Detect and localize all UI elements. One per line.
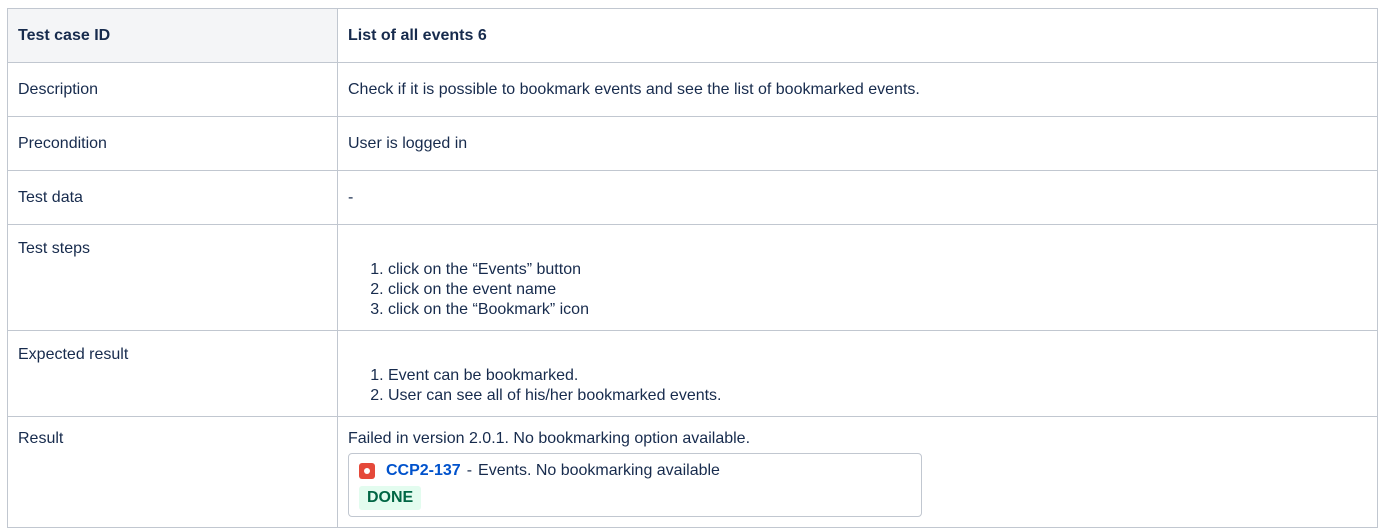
jira-issue-summary: Events. No bookmarking available xyxy=(478,462,720,479)
list-item: Event can be bookmarked. xyxy=(388,366,1367,386)
precondition-label: Precondition xyxy=(7,116,338,171)
status-badge: DONE xyxy=(359,486,422,510)
result-cell: Failed in version 2.0.1. No bookmarking … xyxy=(337,416,1378,528)
precondition-row: Precondition User is logged in xyxy=(7,116,1378,171)
test-data-value: - xyxy=(337,170,1378,225)
expected-result-list: Event can be bookmarked. User can see al… xyxy=(348,366,1367,406)
header-row: Test case ID List of all events 6 xyxy=(7,8,1378,63)
bug-icon xyxy=(359,463,375,479)
jira-issue-link[interactable]: CCP2-137 xyxy=(386,461,461,481)
result-value: Failed in version 2.0.1. No bookmarking … xyxy=(348,430,751,447)
test-steps-row: Test steps click on the “Events” button … xyxy=(7,224,1378,331)
header-label: Test case ID xyxy=(7,8,338,63)
expected-result-row: Expected result Event can be bookmarked.… xyxy=(7,330,1378,417)
test-data-label: Test data xyxy=(7,170,338,225)
expected-result-cell: Event can be bookmarked. User can see al… xyxy=(337,330,1378,417)
header-value: List of all events 6 xyxy=(337,8,1378,63)
test-steps-list: click on the “Events” button click on th… xyxy=(348,260,1367,320)
description-row: Description Check if it is possible to b… xyxy=(7,62,1378,117)
result-label: Result xyxy=(7,416,338,528)
list-item: click on the “Bookmark” icon xyxy=(388,300,1367,320)
list-item: click on the event name xyxy=(388,280,1367,300)
precondition-value: User is logged in xyxy=(337,116,1378,171)
test-steps-label: Test steps xyxy=(7,224,338,331)
jira-issue-card[interactable]: CCP2-137 - Events. No bookmarking availa… xyxy=(348,453,922,517)
description-label: Description xyxy=(7,62,338,117)
result-row: Result Failed in version 2.0.1. No bookm… xyxy=(7,416,1378,528)
test-steps-cell: click on the “Events” button click on th… xyxy=(337,224,1378,331)
expected-result-label: Expected result xyxy=(7,330,338,417)
test-data-row: Test data - xyxy=(7,170,1378,225)
test-case-table: Test case ID List of all events 6 Descri… xyxy=(7,8,1378,528)
list-item: click on the “Events” button xyxy=(388,260,1367,280)
list-item: User can see all of his/her bookmarked e… xyxy=(388,386,1367,406)
jira-separator: - xyxy=(466,462,473,479)
jira-issue-line: CCP2-137 - Events. No bookmarking availa… xyxy=(359,460,911,482)
description-value: Check if it is possible to bookmark even… xyxy=(337,62,1378,117)
